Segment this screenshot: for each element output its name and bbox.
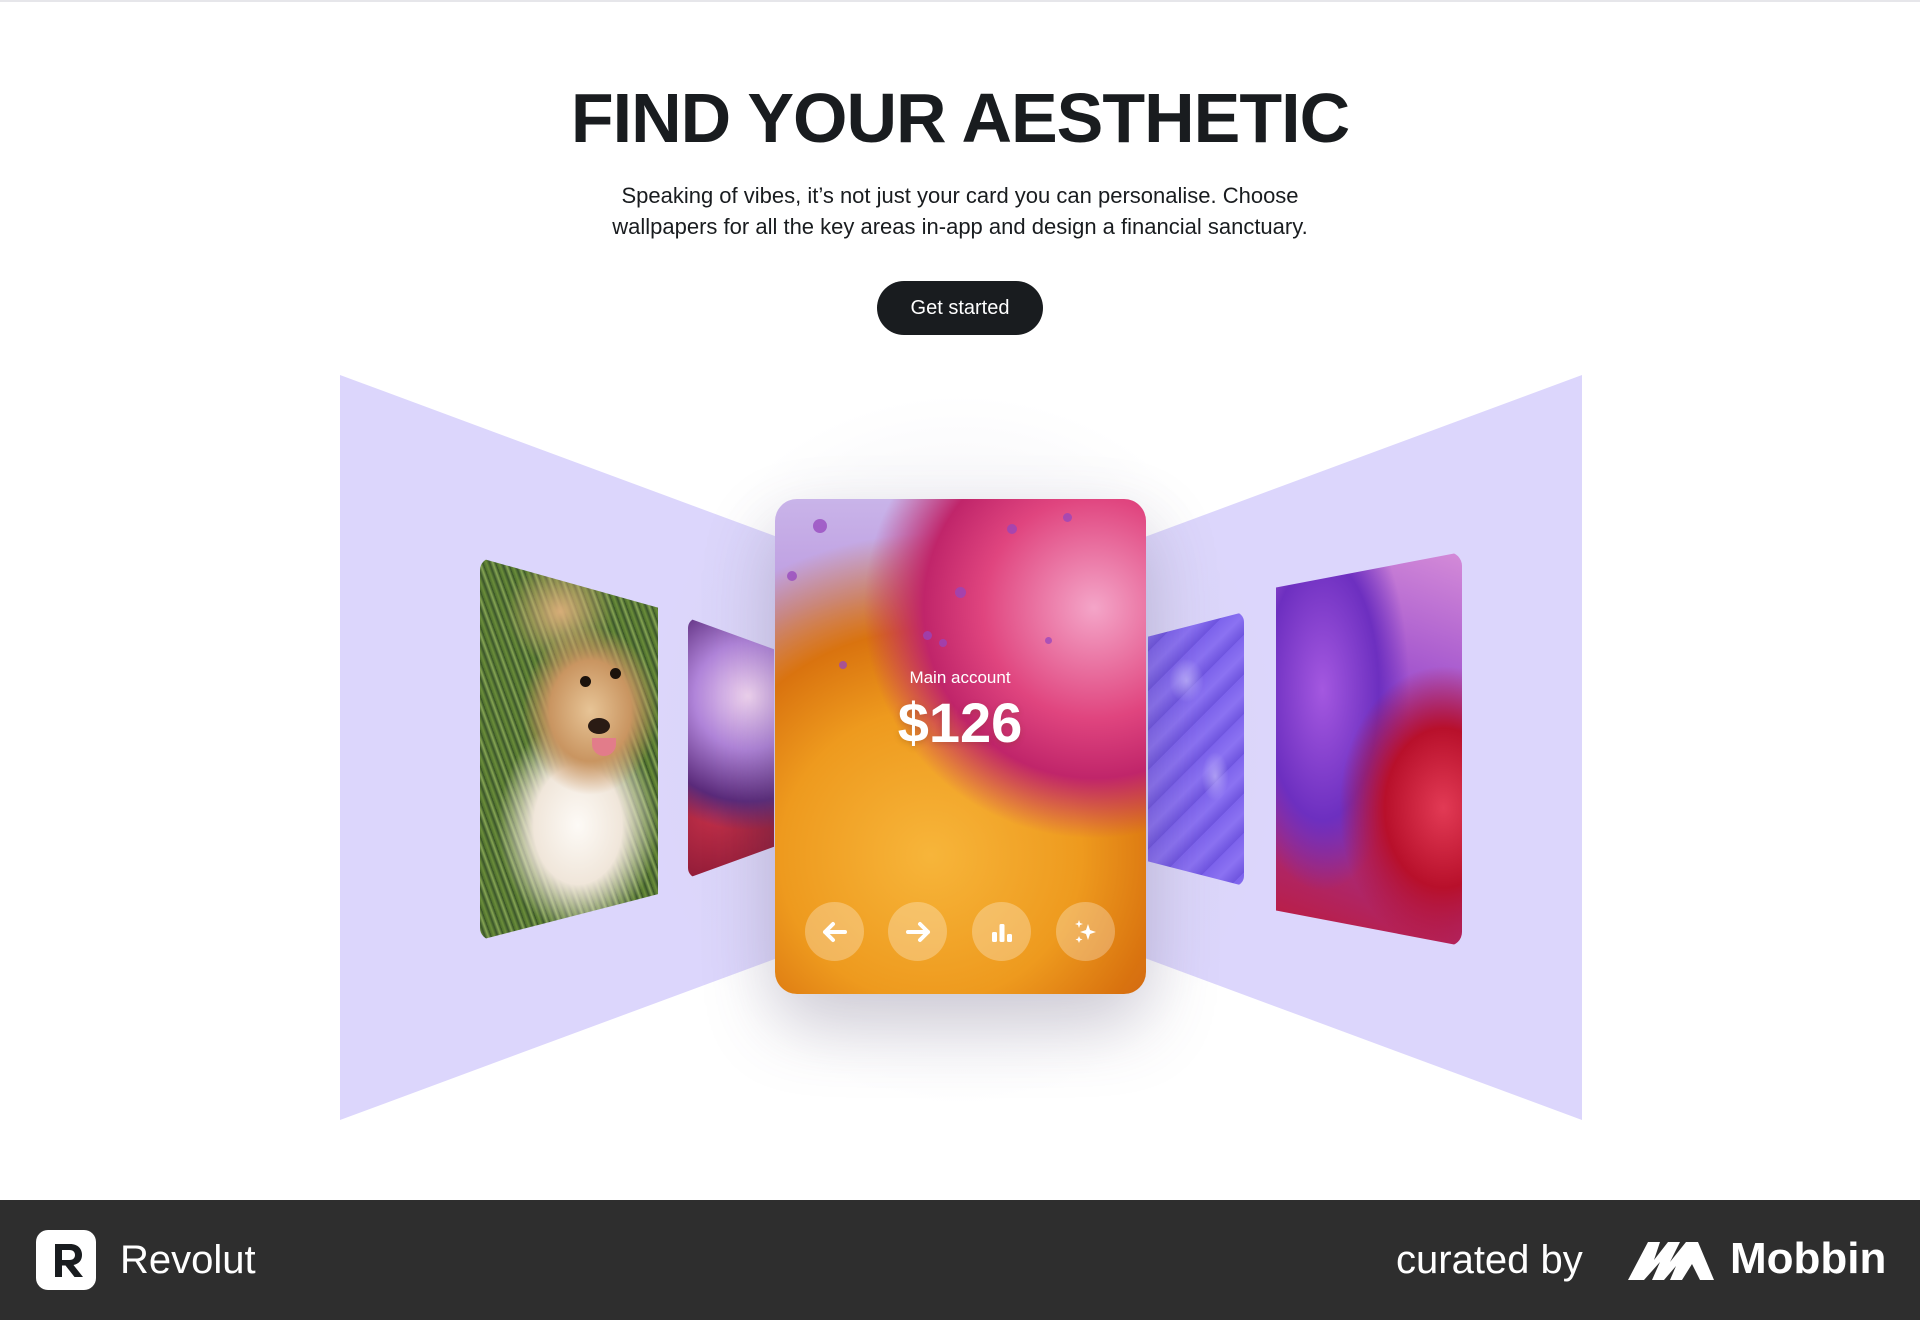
bar-chart-icon [991,923,1012,942]
customise-button[interactable] [1056,902,1115,961]
curator-name: Mobbin [1730,1234,1887,1283]
mobbin-logo-icon [1628,1242,1714,1280]
revolut-logo-icon [36,1230,96,1290]
account-label: Main account [909,668,1011,687]
bubble [1007,524,1017,534]
analytics-button[interactable] [972,902,1031,961]
footer-bar: Revolut curated by Mobbin [0,1200,1920,1320]
app-name: Revolut [120,1238,256,1282]
bubble [1063,513,1072,522]
bubble [1045,637,1052,644]
bubble [939,639,947,647]
bubble [955,587,966,598]
bubble [813,519,827,533]
wallpaper-gallery: Main account $126 [0,0,1920,1200]
curated-by-label: curated by [1396,1238,1583,1282]
move-money-right-button[interactable] [888,902,947,961]
arrow-left-icon [822,921,847,942]
bubble [787,571,797,581]
arrow-right-icon [905,921,930,942]
move-money-left-button[interactable] [805,902,864,961]
sparkles-icon [1074,919,1096,943]
account-balance: $126 [897,691,1023,754]
bubble [923,631,932,640]
